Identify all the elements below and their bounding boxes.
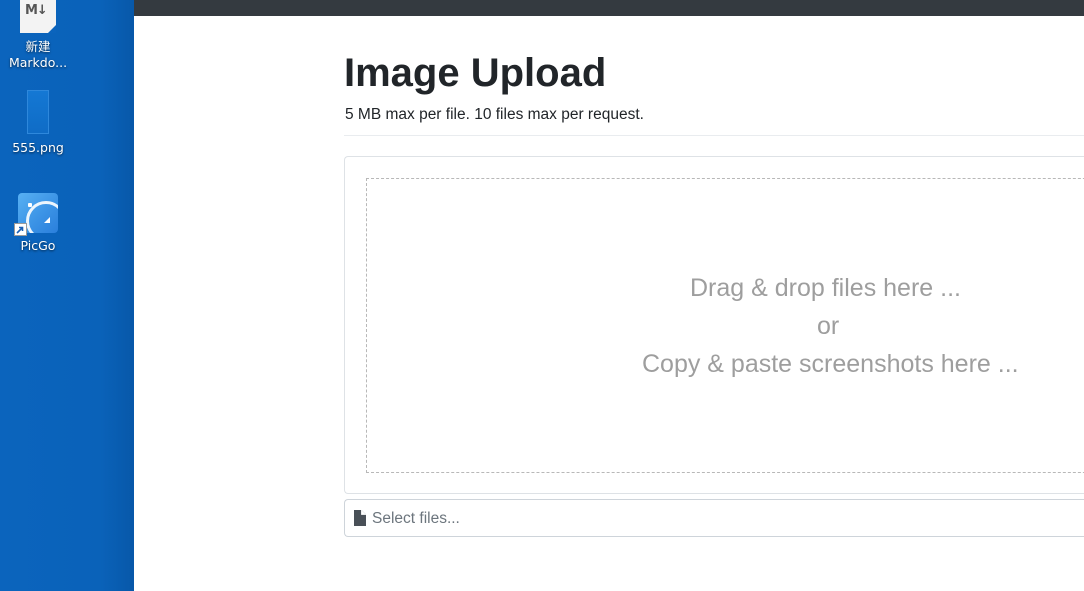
markdown-file-icon: M↓ <box>20 0 56 33</box>
desktop-icon-picgo[interactable]: PicGo <box>2 193 74 254</box>
navbar <box>134 0 1084 16</box>
desktop: M↓ 新建 Markdo... 555.png PicGo <box>0 0 134 591</box>
drop-instruction-or: or <box>817 312 840 340</box>
upload-limits-text: 5 MB max per file. 10 files max per requ… <box>345 106 644 123</box>
shortcut-arrow-icon <box>14 223 27 236</box>
paste-instruction: Copy & paste screenshots here ... <box>642 350 1019 378</box>
desktop-icon-label: 555.png <box>12 140 64 155</box>
image-file-icon <box>27 90 49 134</box>
desktop-icon-label: Markdo... <box>8 55 68 70</box>
desktop-icon-555-png[interactable]: 555.png <box>2 90 74 156</box>
file-icon <box>354 510 366 526</box>
page-title: Image Upload <box>344 51 607 95</box>
select-files-label: Select files... <box>372 510 460 527</box>
divider <box>344 135 1084 136</box>
upload-card <box>344 156 1084 494</box>
screen: M↓ 新建 Markdo... 555.png PicGo Image Uplo… <box>0 0 1084 591</box>
drop-zone[interactable] <box>366 178 1084 473</box>
desktop-icon-label: 新建 <box>25 39 51 54</box>
desktop-icon-markdown[interactable]: M↓ 新建 Markdo... <box>2 0 74 71</box>
browser-page: Image Upload 5 MB max per file. 10 files… <box>134 0 1084 591</box>
desktop-icon-label: PicGo <box>20 238 56 253</box>
drop-instruction: Drag & drop files here ... <box>690 274 961 302</box>
select-files-input[interactable]: Select files... <box>344 499 1084 537</box>
